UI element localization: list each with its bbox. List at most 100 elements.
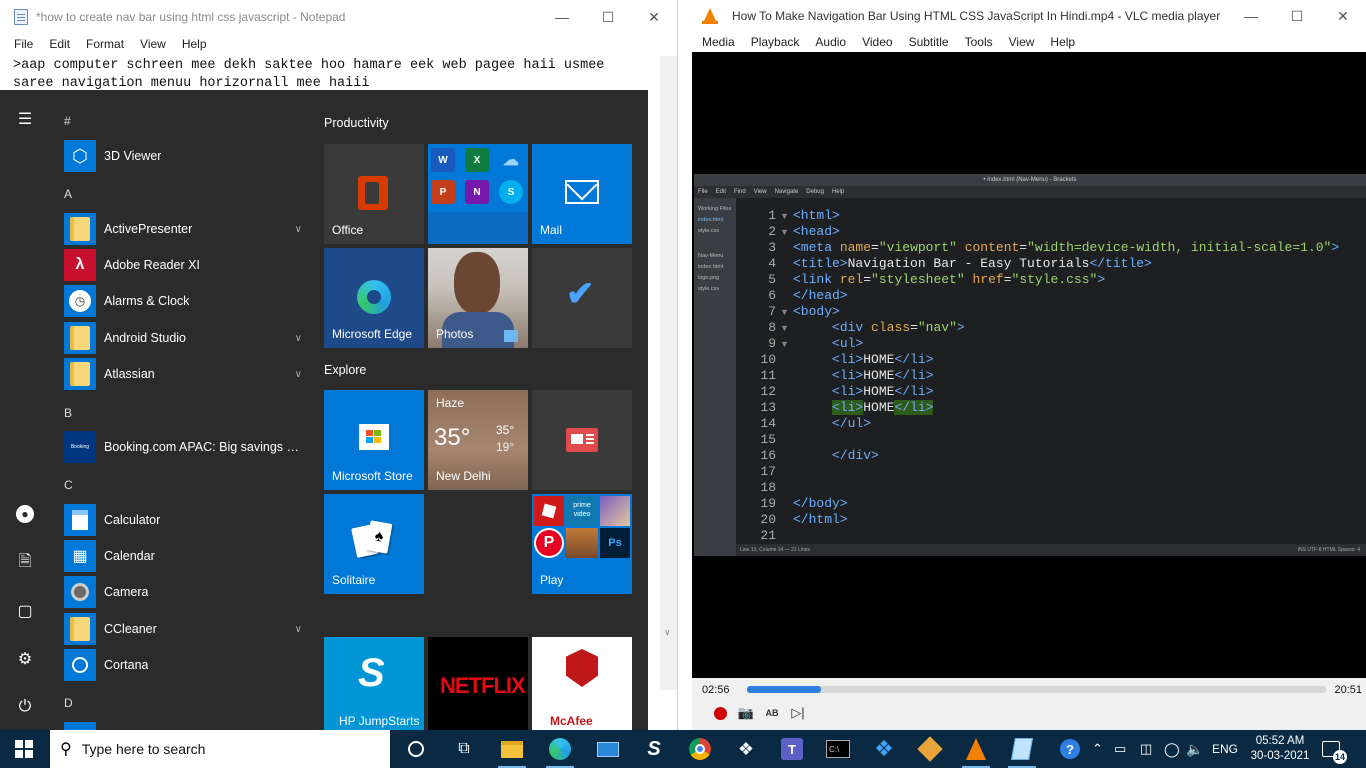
record-button[interactable] xyxy=(709,702,731,724)
letter-header[interactable]: D xyxy=(64,696,73,710)
mail-button[interactable] xyxy=(588,734,628,764)
pictures-icon[interactable]: ▢ xyxy=(14,600,36,622)
tile-news[interactable] xyxy=(532,390,632,490)
minimize-button[interactable]: — xyxy=(539,0,585,34)
user-account-icon[interactable]: ● xyxy=(14,503,36,525)
tile-todo[interactable]: ✔ xyxy=(532,248,632,348)
menu-subtitle[interactable]: Subtitle xyxy=(901,35,957,49)
maximize-button[interactable]: ☐ xyxy=(1274,0,1320,32)
help-icon[interactable]: ? xyxy=(1060,730,1080,768)
app-calendar[interactable]: ▦ Calendar xyxy=(64,539,312,573)
app-atlassian[interactable]: Atlassian ∨ xyxy=(64,357,312,391)
notepad-text-area[interactable]: >aap computer schreen mee dekh saktee ho… xyxy=(0,54,677,93)
minimize-button[interactable]: — xyxy=(1228,0,1274,32)
tile-weather[interactable]: Haze 35° 35° 19° New Delhi xyxy=(428,390,528,490)
vscode-button[interactable]: ❖ xyxy=(864,734,904,764)
tile-microsoft-edge[interactable]: Microsoft Edge xyxy=(324,248,424,348)
app-alarms-clock[interactable]: ◷ Alarms & Clock xyxy=(64,284,312,318)
tile-office-apps[interactable]: W X ☁ P N S xyxy=(428,144,528,244)
tile-solitaire[interactable]: ♠ Solitaire xyxy=(324,494,424,594)
action-center-button[interactable]: 14 xyxy=(1322,730,1347,768)
menu-tools[interactable]: Tools xyxy=(957,35,1001,49)
scroll-down-icon[interactable]: ∨ xyxy=(664,627,671,638)
vlc-button[interactable] xyxy=(956,734,996,768)
frame-step-button[interactable]: ▷| xyxy=(787,702,809,724)
letter-header[interactable]: B xyxy=(64,406,72,420)
edge-button[interactable] xyxy=(540,734,580,768)
app-label: Calendar xyxy=(104,549,155,563)
letter-header[interactable]: # xyxy=(64,114,71,128)
menu-playback[interactable]: Playback xyxy=(743,35,808,49)
menu-view[interactable]: View xyxy=(132,37,174,51)
cmd-button[interactable]: C:\ xyxy=(818,734,858,764)
app-cortana[interactable]: Cortana xyxy=(64,648,312,682)
notepad-button[interactable] xyxy=(1002,734,1042,768)
tile-play[interactable]: prime video P Ps Play xyxy=(532,494,632,594)
file-explorer-button[interactable] xyxy=(492,734,532,768)
task-view-button[interactable]: ⧉ xyxy=(444,734,484,764)
hp-jumpstart-button[interactable]: S xyxy=(634,734,674,764)
language-indicator[interactable]: ENG xyxy=(1212,730,1238,768)
show-hidden-icons-chevron-up-icon[interactable]: ⌃ xyxy=(1092,730,1103,768)
chevron-down-icon[interactable]: ∨ xyxy=(295,369,302,380)
app-3d-viewer[interactable]: ⬡ 3D Viewer xyxy=(64,139,312,173)
app-activepresenter[interactable]: ActivePresenter ∨ xyxy=(64,212,312,246)
clock[interactable]: 05:52 AM 30-03-2021 xyxy=(1250,730,1310,768)
volume-icon[interactable]: 🔈 xyxy=(1186,730,1203,768)
app-android-studio[interactable]: Android Studio ∨ xyxy=(64,321,312,355)
app-camera[interactable]: Camera xyxy=(64,575,312,609)
tile-netflix[interactable]: NETFLIX xyxy=(428,637,528,730)
battery-icon[interactable]: ◫ xyxy=(1140,730,1152,768)
taskbar-search-box[interactable]: ⚲ Type here to search xyxy=(50,730,390,768)
menu-help[interactable]: Help xyxy=(1042,35,1083,49)
menu-format[interactable]: Format xyxy=(78,37,132,51)
tile-mcafee[interactable]: McAfee xyxy=(532,637,632,730)
git-button[interactable] xyxy=(910,734,950,764)
notepad-titlebar[interactable]: *how to create nav bar using html css ja… xyxy=(0,0,677,34)
letter-header[interactable]: C xyxy=(64,478,73,492)
chevron-down-icon[interactable]: ∨ xyxy=(295,333,302,344)
letter-header[interactable]: A xyxy=(64,187,72,201)
vlc-titlebar[interactable]: How To Make Navigation Bar Using HTML CS… xyxy=(692,0,1366,32)
seek-bar[interactable] xyxy=(747,686,1326,693)
menu-audio[interactable]: Audio xyxy=(807,35,854,49)
chevron-down-icon[interactable]: ∨ xyxy=(295,224,302,235)
tile-photos[interactable]: Photos xyxy=(428,248,528,348)
group-explore[interactable]: Explore xyxy=(324,363,366,377)
close-button[interactable]: ✕ xyxy=(1320,0,1366,32)
app-booking[interactable]: Booking Booking.com APAC: Big savings on… xyxy=(64,430,312,464)
tile-mail[interactable]: Mail xyxy=(532,144,632,244)
chrome-button[interactable] xyxy=(680,734,720,764)
teams-button[interactable]: T xyxy=(772,734,812,764)
settings-gear-icon[interactable]: ⚙ xyxy=(14,648,36,670)
menu-help[interactable]: Help xyxy=(174,37,215,51)
menu-file[interactable]: File xyxy=(6,37,41,51)
tile-office[interactable]: Office xyxy=(324,144,424,244)
close-button[interactable]: ✕ xyxy=(631,0,677,34)
loop-ab-button[interactable]: AB xyxy=(761,702,783,724)
documents-icon[interactable]: 🗎 xyxy=(14,552,36,574)
vertical-scrollbar[interactable]: ∨ xyxy=(660,56,677,690)
app-adobe-reader[interactable]: λ Adobe Reader XI xyxy=(64,248,312,282)
video-area[interactable]: • index.html (Nav-Menu) - Brackets File … xyxy=(692,52,1366,678)
start-button[interactable] xyxy=(0,730,48,768)
snapshot-button[interactable]: 📷 xyxy=(735,702,757,724)
app-ccleaner[interactable]: CCleaner ∨ xyxy=(64,612,312,646)
tile-microsoft-store[interactable]: Microsoft Store xyxy=(324,390,424,490)
cortana-button[interactable] xyxy=(396,734,436,764)
menu-view[interactable]: View xyxy=(1001,35,1043,49)
tile-hp-jumpstarts[interactable]: S HP JumpStarts xyxy=(324,637,424,730)
menu-edit[interactable]: Edit xyxy=(41,37,78,51)
hamburger-menu-icon[interactable]: ☰ xyxy=(14,108,36,130)
device-icon[interactable]: ▭ xyxy=(1114,730,1126,768)
wifi-icon[interactable]: ◯ xyxy=(1164,730,1180,768)
app-calculator[interactable]: Calculator xyxy=(64,503,312,537)
menu-media[interactable]: Media xyxy=(694,35,743,49)
folder-icon xyxy=(501,740,523,758)
menu-video[interactable]: Video xyxy=(854,35,900,49)
dropbox-button[interactable]: ❖ xyxy=(726,734,766,764)
maximize-button[interactable]: ☐ xyxy=(585,0,631,34)
power-icon[interactable]: ⏻ xyxy=(14,696,36,718)
group-productivity[interactable]: Productivity xyxy=(324,116,389,130)
chevron-down-icon[interactable]: ∨ xyxy=(295,624,302,635)
